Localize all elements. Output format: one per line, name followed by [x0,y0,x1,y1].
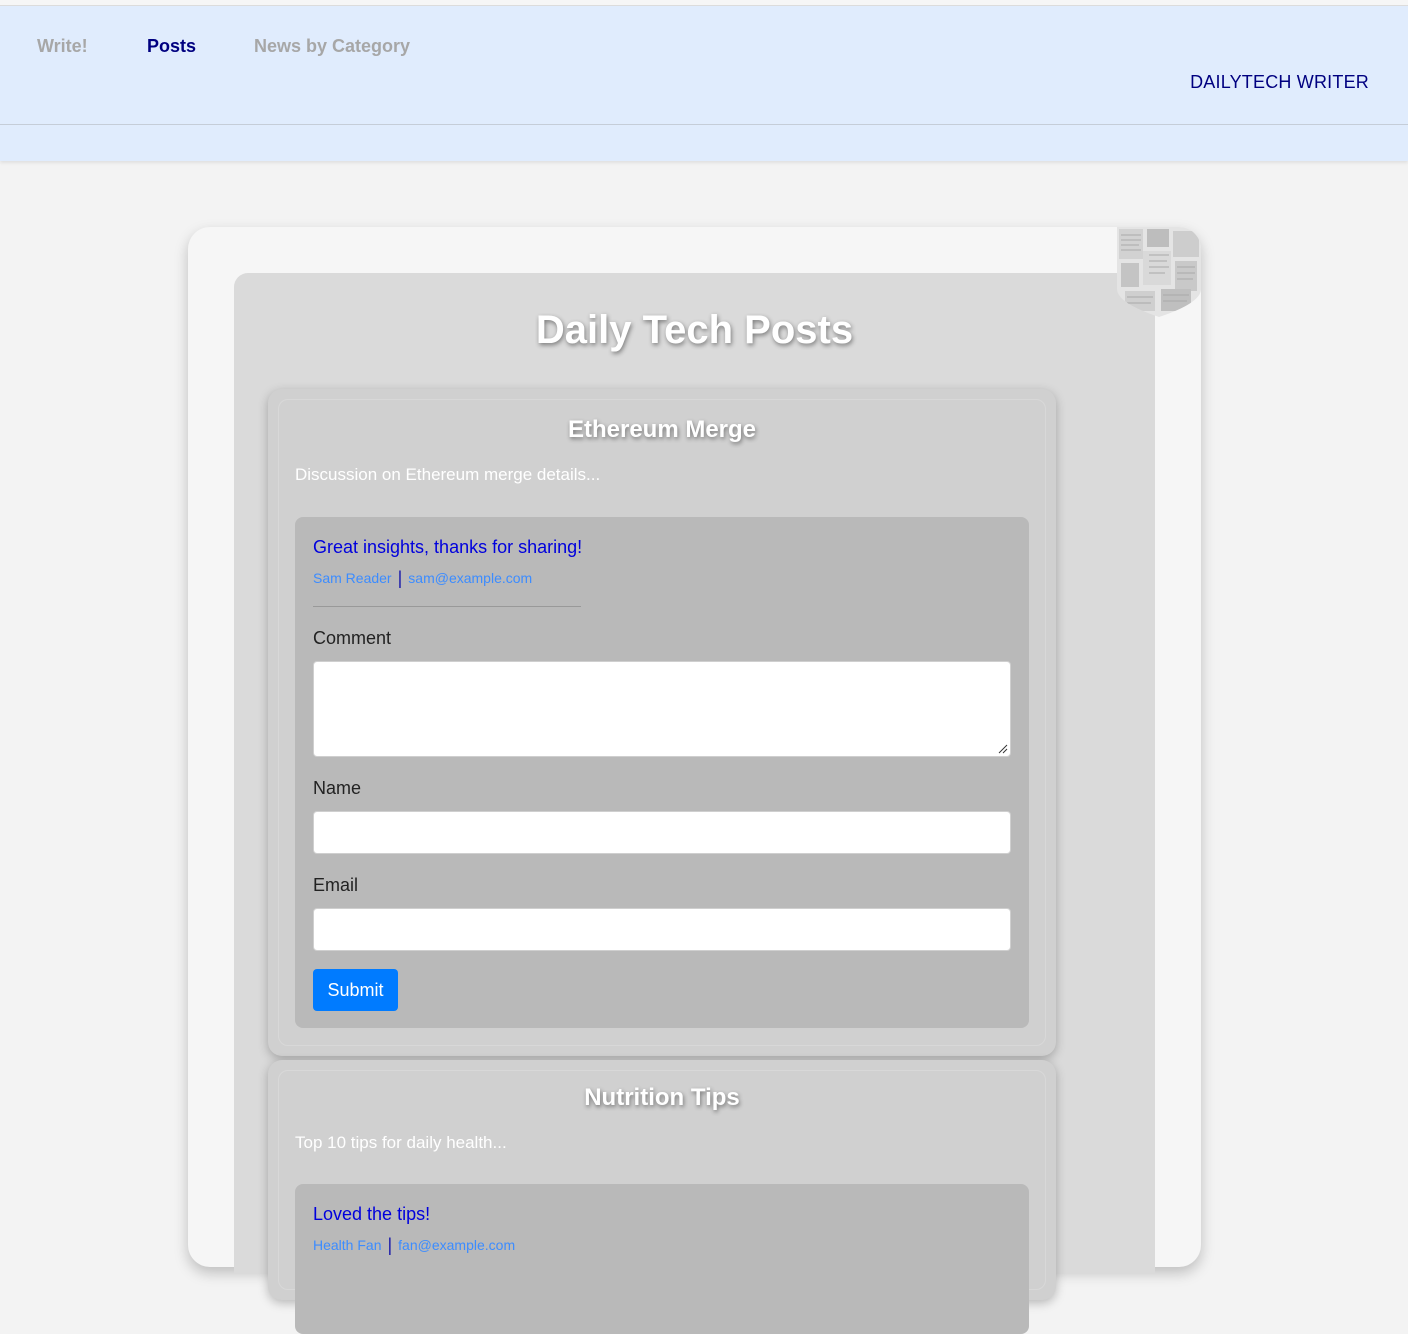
post-title: Ethereum Merge [567,416,757,443]
comment-meta: Health Fan | fan@example.com [313,1234,515,1255]
post-excerpt: Top 10 tips for daily health... [295,1133,507,1152]
email-input[interactable] [313,908,1011,951]
newspaper-badge-icon [1117,227,1201,317]
nav-link-news-by-category[interactable]: News by Category [254,36,410,57]
post-title: Nutrition Tips [584,1084,740,1111]
post-card: Nutrition Tips Top 10 tips for daily hea… [268,1060,1056,1334]
comment-meta: Sam Reader | sam@example.com [313,567,532,588]
comment-email: sam@example.com [408,570,533,586]
page-title: Daily Tech Posts [535,308,854,352]
comment-text: Great insights, thanks for sharing! [313,537,583,557]
nav-link-posts[interactable]: Posts [147,36,196,57]
comment-label: Comment [313,628,392,648]
comment-meta-separator: | [397,568,403,588]
email-label: Email [313,875,359,895]
name-input[interactable] [313,811,1011,854]
comment-author: Health Fan [313,1237,382,1253]
post-excerpt: Discussion on Ethereum merge details... [295,465,601,484]
comments-section: Great insights, thanks for sharing! Sam … [295,517,1029,1028]
comments-section: Loved the tips! Health Fan | fan@example.c… [295,1184,1029,1334]
name-label: Name [313,778,362,798]
comment-meta-separator: | [387,1235,393,1255]
brand-name: DAILYTECH WRITER [1190,72,1369,92]
comment-author: Sam Reader [313,570,392,586]
comment-divider [313,606,581,607]
top-navbar: Write! Posts News by Category DAILYTECH … [0,6,1408,161]
post-card: Ethereum Merge Discussion on Ethereum me… [268,389,1056,1056]
submit-button[interactable]: Submit [313,969,398,1011]
comment-textarea[interactable] [313,661,1011,757]
comment-text: Loved the tips! [313,1204,431,1224]
navbar-divider [0,124,1408,125]
comment-email: fan@example.com [398,1237,516,1253]
resize-grip-icon[interactable] [998,744,1008,754]
nav-link-write[interactable]: Write! [37,36,88,57]
